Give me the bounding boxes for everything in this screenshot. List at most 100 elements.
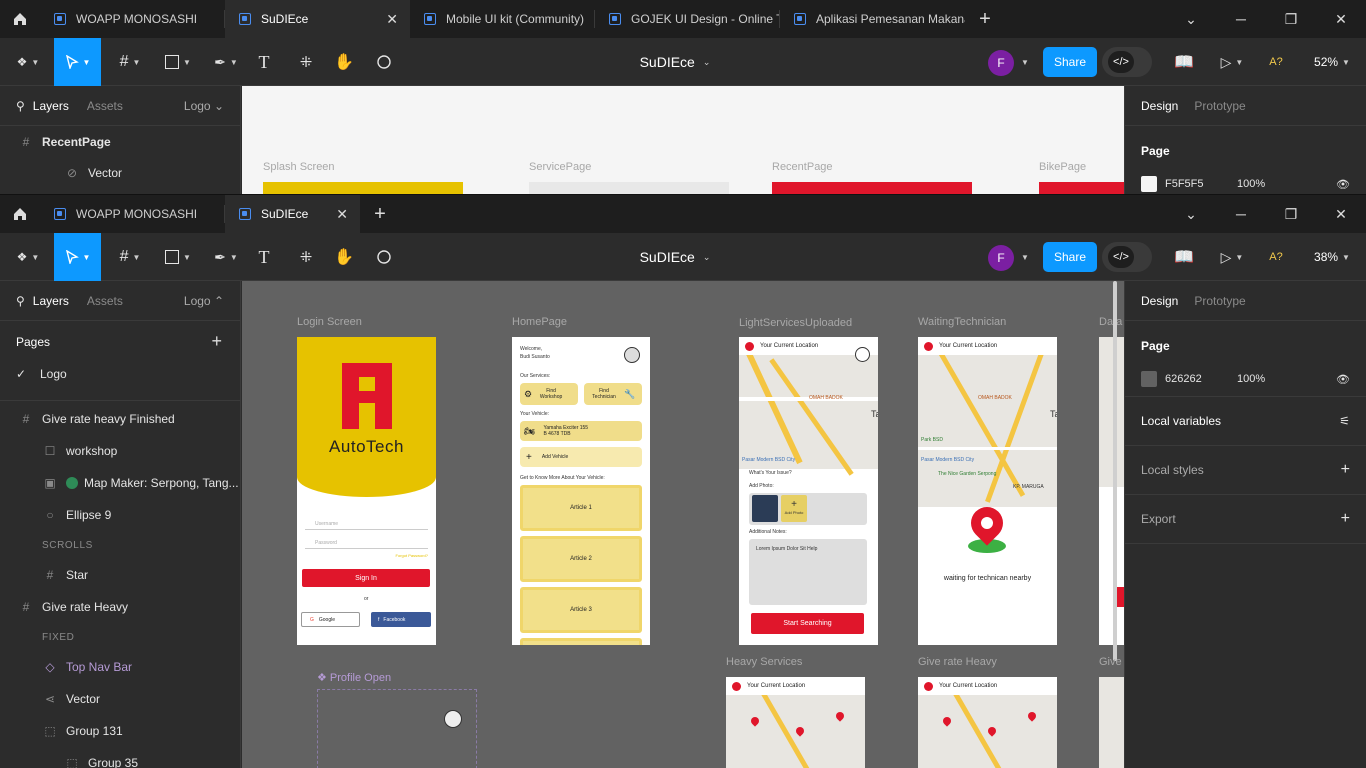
share-button[interactable]: Share — [1043, 242, 1097, 272]
close-tab-icon[interactable]: ✕ — [386, 11, 398, 28]
maximize-icon[interactable]: ❐ — [1266, 195, 1316, 233]
font-missing-button[interactable]: A? — [1264, 38, 1288, 86]
add-page-icon[interactable]: + — [211, 331, 222, 352]
color-swatch[interactable] — [1141, 176, 1157, 192]
tab-assets[interactable]: Assets — [87, 99, 123, 113]
variables-icon[interactable]: ⚟ — [1339, 414, 1350, 428]
tab-prototype[interactable]: Prototype — [1194, 294, 1245, 308]
frame-tool-button[interactable]: # ▼ — [110, 38, 150, 86]
frame-tool-button[interactable]: # ▼ — [110, 233, 150, 281]
frame-label[interactable]: Login Screen — [297, 316, 362, 328]
comment-tool-button[interactable] — [372, 38, 396, 86]
tab-woapp[interactable]: WOAPP MONOSASHI — [40, 0, 225, 38]
frame-label[interactable]: Heavy Services — [726, 656, 802, 668]
give-rate-frame[interactable]: Your Current Location — [918, 677, 1057, 768]
username-field[interactable]: Username — [315, 521, 338, 527]
minimize-icon[interactable]: ─ — [1216, 0, 1266, 38]
multiplayer-menu[interactable]: ▼ — [1016, 233, 1030, 281]
move-tool-button[interactable]: ▼ — [54, 233, 101, 281]
frame-label[interactable]: HomePage — [512, 316, 567, 328]
comment-tool-button[interactable] — [372, 233, 396, 281]
zoom-menu[interactable]: 38% ▼ — [1302, 233, 1362, 281]
article-card[interactable]: Article 3 — [520, 587, 642, 633]
color-swatch[interactable] — [1141, 371, 1157, 387]
frame-label[interactable]: RecentPage — [772, 161, 833, 173]
map-pin-icon[interactable] — [749, 715, 761, 727]
frame-label[interactable]: Data — [1099, 316, 1122, 328]
dev-mode-toggle[interactable]: </> — [1102, 47, 1152, 77]
canvas[interactable]: Login Screen AutoTech Username Password … — [242, 281, 1124, 768]
tab-prototype[interactable]: Prototype — [1194, 99, 1245, 113]
frame-label[interactable]: Give — [1099, 656, 1122, 668]
resources-button[interactable]: ⁜ — [292, 233, 320, 281]
notes-textarea[interactable]: Lorem Ipsum Dolor Sit Help — [749, 539, 867, 605]
pen-tool-button[interactable]: ✒ ▼ — [206, 233, 246, 281]
page-opacity-value[interactable]: 100% — [1237, 373, 1265, 385]
profile-icon[interactable] — [444, 710, 462, 728]
maximize-icon[interactable]: ❐ — [1266, 0, 1316, 38]
tab-assets[interactable]: Assets — [87, 294, 123, 308]
vehicle-card[interactable]: 🏍 Yamaha Exciter 155 B 4678 TDB — [520, 421, 642, 441]
page-opacity-value[interactable]: 100% — [1237, 178, 1265, 190]
article-card[interactable]: Article 2 — [520, 536, 642, 582]
chevron-down-icon[interactable]: ⌄ — [1166, 0, 1216, 38]
text-tool-button[interactable]: T — [252, 233, 276, 281]
file-name-menu[interactable]: SuDIEce ⌄ — [600, 233, 750, 281]
search-icon[interactable]: ⚲ — [16, 99, 25, 113]
google-button[interactable]: G Google — [301, 612, 360, 627]
new-tab-icon[interactable]: + — [965, 0, 1005, 38]
login-frame[interactable]: AutoTech Username Password Forgot Passwo… — [297, 337, 436, 645]
avatar[interactable]: F — [988, 50, 1014, 76]
page-color-value[interactable]: 626262 — [1165, 373, 1237, 385]
zoom-menu[interactable]: 52% ▼ — [1302, 38, 1362, 86]
page-fill-row[interactable]: F5F5F5 100% 👁 — [1141, 176, 1350, 192]
profile-open-component[interactable] — [317, 689, 477, 768]
file-name-menu[interactable]: SuDIEce ⌄ — [600, 38, 750, 86]
tab-design[interactable]: Design — [1141, 99, 1178, 113]
waiting-frame[interactable]: OMAH BADOK Park BSD Pasar Modern BSD Cit… — [918, 337, 1057, 645]
shape-tool-button[interactable]: ▼ — [158, 233, 198, 281]
add-export-icon[interactable]: + — [1341, 510, 1350, 528]
font-missing-button[interactable]: A? — [1264, 233, 1288, 281]
frame-label[interactable]: BikePage — [1039, 161, 1086, 173]
home-frame[interactable]: Welcome, Budi Susanto Our Services: ⚙ Fin… — [512, 337, 650, 645]
profile-icon[interactable] — [624, 347, 640, 363]
frame-label[interactable]: WaitingTechnician — [918, 316, 1006, 328]
find-technician-card[interactable]: Find Technician 🔧 — [584, 383, 642, 405]
tab-layers[interactable]: Layers — [33, 294, 69, 308]
main-menu-button[interactable]: ❖ ▼ — [10, 38, 46, 86]
frame-label[interactable]: ServicePage — [529, 161, 591, 173]
layer-row[interactable]: # Star — [0, 559, 240, 591]
shape-tool-button[interactable]: ▼ — [158, 38, 198, 86]
map-view[interactable]: OMAH BADOK Park BSD Pasar Modern BSD Cit… — [918, 337, 1057, 507]
home-icon[interactable] — [0, 195, 40, 233]
find-workshop-card[interactable]: ⚙ Find Workshop — [520, 383, 578, 405]
profile-icon[interactable] — [855, 347, 870, 362]
give-frame[interactable] — [1099, 677, 1124, 768]
multiplayer-menu[interactable]: ▼ — [1016, 38, 1030, 86]
export-row[interactable]: Export + — [1125, 495, 1366, 544]
map-pin-icon[interactable] — [1026, 710, 1038, 722]
bike-frame[interactable] — [1039, 182, 1124, 194]
local-variables-row[interactable]: Local variables ⚟ — [1125, 397, 1366, 446]
layer-row[interactable]: ⋖ Vector — [0, 683, 240, 715]
search-icon[interactable]: ⚲ — [16, 294, 25, 308]
map-pin-icon[interactable] — [794, 725, 806, 737]
layer-row[interactable]: ⬚ Group 35 — [0, 747, 240, 768]
avatar[interactable]: F — [988, 245, 1014, 271]
home-icon[interactable] — [0, 0, 40, 38]
add-vehicle-button[interactable]: + Add Vehicle — [520, 447, 642, 467]
share-button[interactable]: Share — [1043, 47, 1097, 77]
layer-row[interactable]: ☐ workshop — [0, 435, 240, 467]
pen-tool-button[interactable]: ✒ ▼ — [206, 38, 246, 86]
hand-tool-button[interactable]: ✋ — [332, 233, 356, 281]
present-button[interactable]: ▷ ▼ — [1212, 38, 1252, 86]
canvas[interactable]: Splash Screen ServicePage RecentPage Bik… — [242, 86, 1124, 194]
tab-woapp[interactable]: WOAPP MONOSASHI — [40, 195, 225, 233]
resources-button[interactable]: ⁜ — [292, 38, 320, 86]
close-window-icon[interactable]: ✕ — [1316, 195, 1366, 233]
start-searching-button[interactable]: Start Searching — [751, 613, 864, 634]
layer-row[interactable]: ▣ Map Maker: Serpong, Tang... — [0, 467, 240, 499]
layer-row[interactable]: # RecentPage — [0, 126, 240, 158]
main-menu-button[interactable]: ❖ ▼ — [10, 233, 46, 281]
